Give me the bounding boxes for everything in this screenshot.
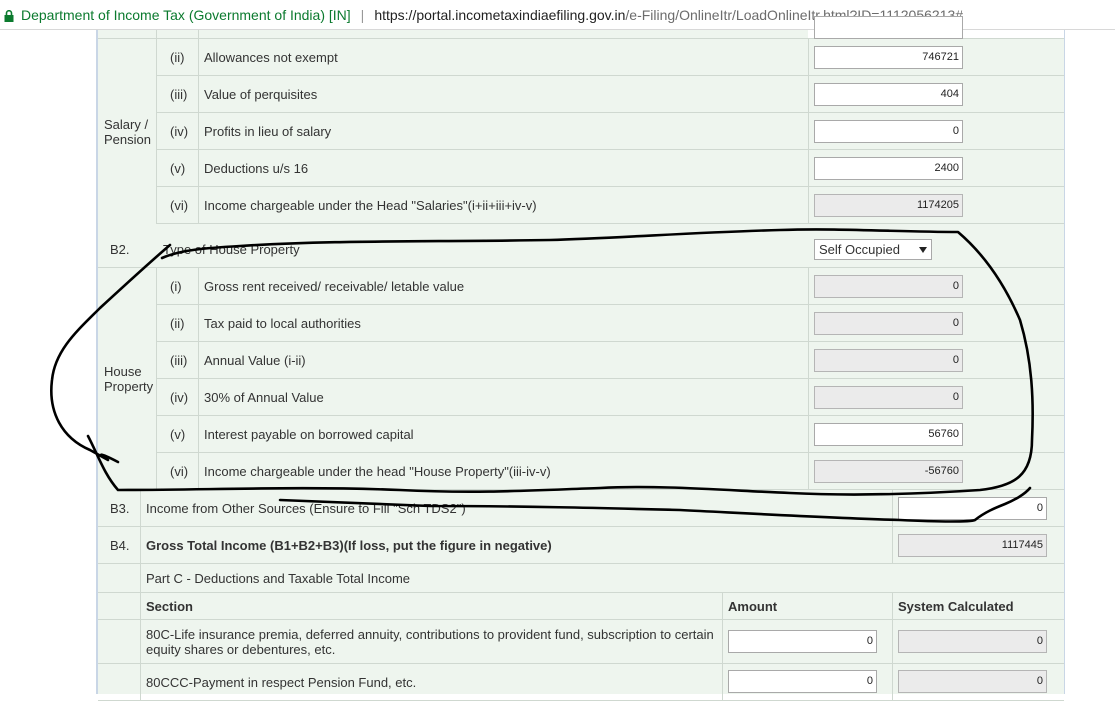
salary-value-field[interactable]: 0 — [814, 120, 963, 143]
b2-label: Type of House Property — [163, 241, 300, 257]
salary-value-field[interactable]: 746721 — [814, 46, 963, 69]
salary-row-partial — [98, 16, 1064, 39]
salary-group-label: Salary / Pension — [104, 116, 151, 147]
house-property-type-value: Self Occupied — [819, 242, 900, 257]
house-group-label: House Property — [104, 364, 154, 394]
deduction-80ccc-amount-field[interactable]: 0 — [728, 670, 877, 693]
b4-row: B4. Gross Total Income (B1+B2+B3)(If los… — [98, 527, 1064, 564]
system-calculated-header: System Calculated — [898, 598, 1014, 614]
b3-label: Income from Other Sources (Ensure to Fil… — [146, 500, 466, 516]
salary-row-label: Value of perquisites — [204, 86, 318, 102]
house-property-row-number: (v) — [170, 426, 186, 442]
house-property-row-label: Income chargeable under the head "House … — [204, 463, 551, 479]
amount-header: Amount — [728, 598, 778, 614]
salary-row: (vi) Income chargeable under the Head "Sa… — [156, 187, 1064, 224]
salary-row-label: Profits in lieu of salary — [204, 123, 332, 139]
b2-row: B2. Type of House Property Self Occupied — [98, 231, 1064, 268]
deduction-label-80c: 80C-Life insurance premia, deferred annu… — [146, 626, 714, 657]
part-c-title: Part C - Deductions and Taxable Total In… — [146, 570, 410, 586]
salary-row-number: (iv) — [170, 123, 189, 139]
deduction-80ccc-system-field: 0 — [898, 670, 1047, 693]
other-sources-income-field[interactable]: 0 — [898, 497, 1047, 520]
house-property-value-field: 0 — [814, 275, 963, 298]
house-property-row-number: (iv) — [170, 389, 189, 405]
salary-value-field[interactable]: 2400 — [814, 157, 963, 180]
salary-row: (iii) Value of perquisites 404 — [156, 76, 1064, 113]
salary-row-number: (v) — [170, 160, 186, 176]
house-property-value-field: 0 — [814, 312, 963, 335]
salary-row: (v) Deductions u/s 16 2400 — [156, 150, 1064, 187]
salary-field-i[interactable] — [814, 16, 963, 39]
house-property-row: (iv) 30% of Annual Value 0 — [156, 379, 1064, 416]
dropdown-arrow-icon — [919, 246, 927, 253]
deduction-label-80ccc: 80CCC-Payment in respect Pension Fund, e… — [146, 674, 417, 690]
salary-row-label: Allowances not exempt — [204, 49, 338, 65]
house-property-value-field: 0 — [814, 386, 963, 409]
b3-row: B3. Income from Other Sources (Ensure to… — [98, 490, 1064, 527]
house-property-row-label: Annual Value (i-ii) — [204, 352, 306, 368]
house-property-row-label: 30% of Annual Value — [204, 389, 324, 405]
house-property-row-number: (i) — [170, 278, 182, 294]
salary-value-field: 1174205 — [814, 194, 963, 217]
salary-row-label: Income chargeable under the Head "Salari… — [204, 197, 537, 213]
salary-row-number: (vi) — [170, 197, 189, 213]
house-property-row-number: (vi) — [170, 463, 189, 479]
address-separator: | — [360, 6, 365, 23]
b2-code: B2. — [110, 241, 130, 257]
house-property-row: (vi) Income chargeable under the head "Ho… — [156, 453, 1064, 490]
page-left-margin — [0, 30, 97, 694]
lock-icon — [4, 9, 14, 22]
salary-row: (iv) Profits in lieu of salary 0 — [156, 113, 1064, 150]
gross-total-income-field: 1117445 — [898, 534, 1047, 557]
itr-form-panel: Salary / Pension (ii) Allowances not exem… — [98, 16, 1064, 701]
part-c-header-row: Section Amount System Calculated — [98, 593, 1064, 620]
house-property-row-number: (ii) — [170, 315, 185, 331]
deduction-80c-system-field: 0 — [898, 630, 1047, 653]
house-property-row-label: Gross rent received/ receivable/ letable… — [204, 278, 465, 294]
house-property-type-select[interactable]: Self Occupied — [814, 239, 932, 260]
salary-row-label: Deductions u/s 16 — [204, 160, 309, 176]
b3-code: B3. — [110, 500, 130, 516]
deduction-80c-amount-field[interactable]: 0 — [728, 630, 877, 653]
house-property-row-label: Interest payable on borrowed capital — [204, 426, 414, 442]
salary-value-field[interactable]: 404 — [814, 83, 963, 106]
house-property-row: (v) Interest payable on borrowed capital 5… — [156, 416, 1064, 453]
part-c-title-row: Part C - Deductions and Taxable Total In… — [98, 564, 1064, 593]
house-property-value-field[interactable]: 56760 — [814, 423, 963, 446]
house-property-row: (ii) Tax paid to local authorities 0 — [156, 305, 1064, 342]
house-property-row: (i) Gross rent received/ receivable/ leta… — [156, 268, 1064, 305]
b4-code: B4. — [110, 537, 130, 553]
salary-row-number: (iii) — [170, 86, 188, 102]
house-property-row: (iii) Annual Value (i-ii) 0 — [156, 342, 1064, 379]
section-header: Section — [146, 598, 193, 614]
url-host[interactable]: https://portal.incometaxindiaefiling.gov… — [374, 7, 625, 23]
site-identity: Department of Income Tax (Government of … — [21, 6, 351, 23]
house-property-value-field: -56760 — [814, 460, 963, 483]
deduction-row-80c: 80C-Life insurance premia, deferred annu… — [98, 620, 1064, 664]
salary-row-number: (ii) — [170, 49, 185, 65]
house-property-row-number: (iii) — [170, 352, 188, 368]
house-property-row-label: Tax paid to local authorities — [204, 315, 361, 331]
house-property-value-field: 0 — [814, 349, 963, 372]
deduction-row-80ccc: 80CCC-Payment in respect Pension Fund, e… — [98, 664, 1064, 701]
b4-label: Gross Total Income (B1+B2+B3)(If loss, p… — [146, 537, 552, 553]
salary-row: (ii) Allowances not exempt 746721 — [156, 39, 1064, 76]
